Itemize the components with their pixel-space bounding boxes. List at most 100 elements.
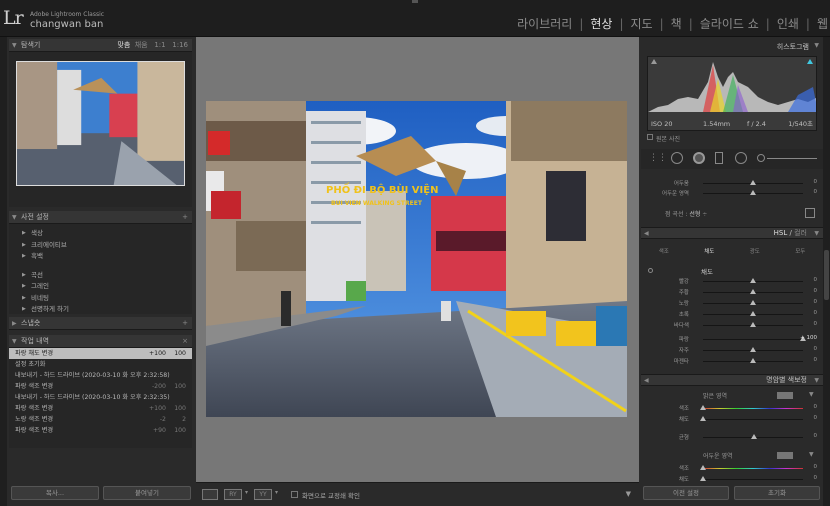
module-slideshow[interactable]: 슬라이드 쇼: [698, 15, 761, 32]
slider-knob[interactable]: [750, 347, 756, 352]
slider-track[interactable]: [703, 419, 803, 420]
slider-knob[interactable]: [700, 416, 706, 421]
slider-value[interactable]: 0: [814, 415, 818, 421]
slider-knob[interactable]: [750, 180, 756, 185]
before-after-yy-button[interactable]: YY: [254, 489, 272, 500]
tab-luminance[interactable]: 광도: [750, 245, 760, 259]
slider-aqua[interactable]: 바다색 0: [641, 320, 823, 330]
history-item[interactable]: 내보내기 - 하드 드라이브 (2020-03-10 화 오후 2:32:35): [9, 392, 192, 403]
slider-knob[interactable]: [750, 322, 756, 327]
slider-value[interactable]: 0: [814, 179, 818, 185]
shadows-swatch[interactable]: [777, 452, 793, 459]
original-photo-checkbox[interactable]: [647, 134, 653, 140]
preset-group[interactable]: ▶ 비네팅: [9, 293, 192, 305]
top-panel-toggle[interactable]: [412, 0, 418, 3]
slider-knob[interactable]: [700, 476, 706, 481]
slider-value[interactable]: 0: [814, 346, 818, 352]
zoom-fit[interactable]: 맞춤: [117, 41, 130, 49]
tab-all[interactable]: 모두: [795, 245, 805, 259]
slider-track[interactable]: [703, 339, 803, 340]
history-item[interactable]: 내보내기 - 하드 드라이브 (2020-03-10 화 오후 2:32:58): [9, 370, 192, 381]
target-adjust-icon[interactable]: [805, 208, 815, 218]
point-curve-select[interactable]: 선형: [689, 211, 700, 218]
slider-magenta[interactable]: 마젠타 0: [641, 356, 823, 366]
slider-knob[interactable]: [700, 465, 706, 470]
module-library[interactable]: 라이브러리: [515, 15, 574, 32]
slider-green[interactable]: 초록 0: [641, 309, 823, 319]
preset-group[interactable]: ▶ 색상: [9, 228, 192, 240]
preset-group[interactable]: ▶ 선명하게 하기: [9, 304, 192, 316]
slider-knob[interactable]: [750, 278, 756, 283]
shadow-clip-indicator[interactable]: [651, 59, 657, 64]
histogram[interactable]: ISO 20 1.54mm f / 2.4 1/540초: [647, 56, 817, 131]
history-item[interactable]: 노랑 색조 변경 -2 2: [9, 414, 192, 425]
slider-darks[interactable]: 어두움 0: [641, 178, 823, 188]
radial-filter-icon[interactable]: [735, 152, 747, 164]
slider-value[interactable]: 0: [814, 464, 818, 470]
slider-track[interactable]: [703, 408, 803, 409]
balance-knob[interactable]: [751, 434, 757, 439]
module-book[interactable]: 책: [669, 15, 684, 32]
slider-knob[interactable]: [750, 289, 756, 294]
slider-value[interactable]: 0: [814, 475, 818, 481]
slider-knob[interactable]: [750, 190, 756, 195]
slider-value[interactable]: 0: [814, 288, 818, 294]
slider-blue[interactable]: 파랑 + 100: [641, 334, 823, 344]
loupe-view-button[interactable]: [202, 489, 218, 500]
navigator-thumbnail[interactable]: [16, 61, 185, 186]
slider-value[interactable]: + 100: [800, 335, 817, 341]
toolbar-menu-caret-icon[interactable]: ▼: [626, 490, 631, 498]
soft-proofing-checkbox[interactable]: [291, 491, 298, 498]
slider-highlight-saturation[interactable]: 채도 0: [641, 414, 823, 424]
slider-value[interactable]: 0: [814, 404, 818, 410]
slider-knob[interactable]: [750, 311, 756, 316]
preset-group[interactable]: ▶ 그레인: [9, 281, 192, 293]
slider-track[interactable]: [703, 479, 803, 480]
zoom-1-16[interactable]: 1:16: [172, 41, 188, 49]
history-item[interactable]: 설정 초기화: [9, 359, 192, 370]
left-panel-edge[interactable]: [0, 37, 7, 506]
crop-icon[interactable]: ⋮⋮: [649, 153, 667, 163]
slider-value[interactable]: 0: [814, 277, 818, 283]
hsl-header[interactable]: ◀ HSL / 컬러 ▼: [641, 227, 823, 239]
slider-balance[interactable]: 균형 0: [641, 432, 823, 442]
history-item[interactable]: 파랑 색조 변경 +90 100: [9, 425, 192, 436]
right-panel-scrollbar[interactable]: [824, 250, 829, 300]
module-map[interactable]: 지도: [629, 15, 655, 32]
slider-value[interactable]: 0: [814, 433, 818, 439]
dropdown-caret-icon[interactable]: ▾: [275, 489, 278, 496]
dropdown-caret-icon[interactable]: ÷: [702, 211, 707, 218]
navigator-header[interactable]: ▼ 탐색기 맞춤 채움 1:1 1:16: [9, 39, 192, 52]
slider-purple[interactable]: 자주 0: [641, 345, 823, 355]
split-toning-header[interactable]: ◀ 명암별 색보정 ▼: [641, 374, 823, 386]
preset-group[interactable]: ▶ 크리에이티브: [9, 240, 192, 252]
snapshots-header[interactable]: ▶ 스냅숏 +: [9, 317, 192, 330]
module-web[interactable]: 웹: [815, 15, 830, 32]
clear-history-button[interactable]: ×: [182, 335, 188, 348]
add-preset-button[interactable]: +: [182, 211, 188, 224]
slider-knob[interactable]: [750, 300, 756, 305]
history-header[interactable]: ▼ 작업 내역 ×: [9, 335, 192, 348]
adjustment-brush-icon[interactable]: [757, 154, 765, 162]
zoom-fill[interactable]: 채움: [135, 41, 148, 49]
tab-hue[interactable]: 색조: [659, 245, 669, 259]
slider-track[interactable]: [703, 468, 803, 469]
preset-group[interactable]: ▶ 곡선: [9, 270, 192, 282]
presets-header[interactable]: ▼ 사전 설정 +: [9, 211, 192, 224]
paste-settings-button[interactable]: 붙여넣기: [103, 486, 191, 500]
previous-settings-button[interactable]: 이전 설정: [643, 486, 729, 500]
history-item[interactable]: 파랑 채도 변경 +100 100: [9, 348, 192, 359]
main-photo[interactable]: PHỐ ĐI BỘ BÙI VIỆN BUI VIEN WALKING STRE…: [206, 101, 627, 417]
slider-shadow-hue[interactable]: 색조 0: [641, 463, 823, 473]
slider-highlight-hue[interactable]: 색조 0: [641, 403, 823, 413]
slider-shadows[interactable]: 어두운 영역 0: [641, 188, 823, 198]
graduated-filter-icon[interactable]: [715, 152, 723, 164]
slider-value[interactable]: 0: [814, 310, 818, 316]
history-item[interactable]: 파랑 색조 변경 +100 100: [9, 403, 192, 414]
spot-removal-icon[interactable]: [671, 152, 683, 164]
dropdown-caret-icon[interactable]: ▾: [245, 489, 248, 496]
preset-group[interactable]: ▶ 흑백: [9, 251, 192, 263]
slider-orange[interactable]: 주황 0: [641, 287, 823, 297]
module-print[interactable]: 인쇄: [775, 15, 801, 32]
red-eye-icon[interactable]: [693, 152, 705, 164]
